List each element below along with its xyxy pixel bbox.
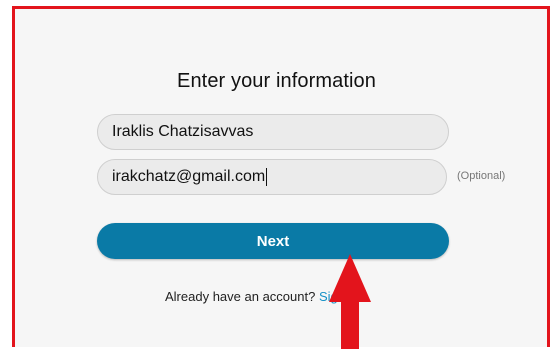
name-field[interactable]: Iraklis Chatzisavvas bbox=[97, 114, 449, 150]
page-title: Enter your information bbox=[177, 70, 376, 92]
next-button-label: Next bbox=[256, 232, 290, 250]
annotation-arrow-icon bbox=[329, 254, 371, 349]
email-field[interactable]: irakchatz@gmail.com bbox=[97, 159, 447, 195]
email-field-value: irakchatz@gmail.com bbox=[112, 168, 266, 185]
email-optional-label: (Optional) bbox=[457, 170, 506, 182]
name-field-value: Iraklis Chatzisavvas bbox=[112, 123, 254, 140]
signin-prompt: Already have an account? bbox=[165, 289, 316, 304]
text-cursor-icon bbox=[266, 168, 268, 186]
next-button[interactable]: Next bbox=[97, 223, 449, 259]
